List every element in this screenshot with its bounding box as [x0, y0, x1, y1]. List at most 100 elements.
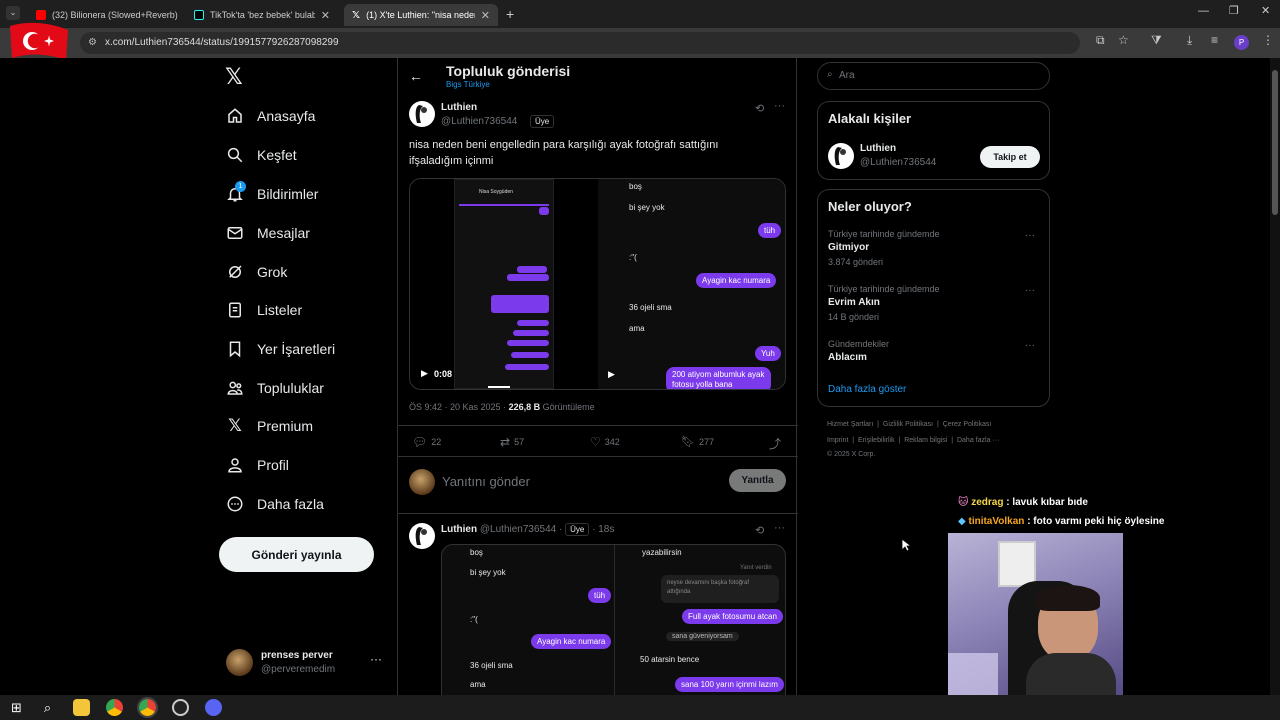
post-media[interactable]: Nisa Soygüden ▶ 0:08 ▶ boş bi şey yok tü… [409, 178, 786, 390]
search-input[interactable]: ⌕ Ara [817, 62, 1050, 90]
site-info-icon[interactable]: ⚙ [88, 32, 97, 54]
close-window-icon[interactable]: ✕ [1261, 4, 1270, 17]
chat-message: Ayagin kac numara [531, 634, 612, 649]
sidebar-item-home[interactable]: Anasayfa [226, 104, 315, 128]
profile-avatar[interactable]: P [1234, 35, 1249, 50]
play-icon[interactable]: ▶ [421, 368, 428, 379]
footer-link[interactable]: Daha fazla ··· [957, 437, 999, 444]
footer-link[interactable]: Reklam bilgisi [904, 437, 947, 444]
footer-link[interactable]: Çerez Politikası [943, 421, 992, 428]
share-icon[interactable]: ⤴ [769, 435, 781, 452]
avatar [226, 649, 253, 676]
divider [398, 425, 798, 426]
reply-button[interactable]: Yanıtla [729, 469, 786, 492]
footer-link[interactable]: Imprint [827, 437, 848, 444]
post-author-name[interactable]: Luthien [441, 524, 477, 535]
chat-text: : foto varmı peki hiç öylesine [1024, 516, 1165, 527]
new-tab-icon[interactable]: + [506, 6, 514, 22]
person-name[interactable]: Luthien [860, 143, 896, 154]
extensions-icon[interactable]: ⧩ [1151, 33, 1162, 48]
sidebar-item-bookmarks[interactable]: Yer İşaretleri [226, 337, 335, 361]
media-control-icon[interactable]: ≡ [1211, 33, 1218, 47]
more-dots-icon[interactable]: ··· [1025, 340, 1035, 351]
restore-icon[interactable]: ❐ [1229, 4, 1239, 17]
grok-icon[interactable]: ⟲ [755, 102, 764, 115]
chat-message: sana güveniyorsam [666, 632, 739, 641]
file-explorer-icon[interactable] [73, 699, 90, 716]
windows-start-icon[interactable]: ⊞ [8, 699, 25, 716]
sidebar-item-profile[interactable]: Profil [226, 453, 289, 477]
post-media[interactable]: boş bi şey yok tüh :"( Ayagin kac numara… [441, 544, 786, 695]
chrome-icon[interactable] [106, 699, 123, 716]
card-title: Alakalı kişiler [828, 111, 912, 126]
sidebar-item-label: Listeler [257, 302, 303, 318]
post-timestamp[interactable]: ÖS 9:42 · 20 Kas 2025 · [409, 402, 509, 412]
obs-icon[interactable] [172, 699, 189, 716]
like-action[interactable]: ♡ 342 [590, 435, 620, 449]
url-input[interactable]: ⚙ x.com/Luthien736544/status/19915779262… [80, 32, 1080, 54]
bookmark-action[interactable]: 🔖︎ 277 [681, 435, 714, 448]
search-placeholder: Ara [839, 70, 855, 81]
footer-link[interactable]: Erişilebilirlik [858, 437, 895, 444]
download-icon[interactable]: ⤓ [1187, 33, 1192, 48]
post-time[interactable]: · 18s [592, 524, 614, 535]
trend-name[interactable]: Evrim Akın [828, 297, 880, 308]
video-progress[interactable] [488, 386, 510, 388]
sidebar-item-premium[interactable]: 𝕏 Premium [226, 414, 313, 438]
sidebar-item-explore[interactable]: Keşfet [226, 143, 297, 167]
follow-button[interactable]: Takip et [980, 146, 1040, 168]
chat-message: ama [629, 324, 645, 333]
post-avatar[interactable] [409, 101, 435, 127]
person-handle[interactable]: @Luthien736544 [860, 157, 936, 168]
post-author-handle[interactable]: @Luthien736544 [480, 524, 556, 535]
account-switcher[interactable]: prenses perver @perveremedim ··· [226, 648, 386, 680]
chrome-icon[interactable] [137, 697, 158, 718]
footer-link[interactable]: Gizlilik Politikası [883, 421, 933, 428]
bookmark-star-icon[interactable]: ☆ [1118, 33, 1129, 47]
url-text: x.com/Luthien736544/status/1991577926287… [105, 37, 339, 48]
search-icon[interactable]: ⌕ [39, 699, 56, 716]
show-more-link[interactable]: Daha fazla göster [828, 384, 906, 395]
more-dots-icon[interactable]: ··· [774, 100, 785, 112]
more-dots-icon[interactable]: ··· [774, 522, 785, 534]
discord-icon[interactable] [205, 699, 222, 716]
back-arrow-icon[interactable]: ← [409, 68, 423, 84]
post-author-handle[interactable]: @Luthien736544 [441, 116, 517, 127]
footer-link[interactable]: Hizmet Şartları [827, 421, 873, 428]
scrollbar[interactable] [1270, 58, 1280, 695]
sidebar-item-more[interactable]: Daha fazla [226, 492, 324, 516]
sidebar-item-notifications[interactable]: 1 Bildirimler [226, 181, 318, 206]
browser-tab-tiktok[interactable]: TikTok'ta 'bez bebek' bulabilirsin ✕ [186, 4, 338, 26]
browser-menu-icon[interactable]: ⋮ [1262, 33, 1274, 47]
browser-tab-x[interactable]: 𝕏 (1) X'te Luthien: "nisa neden be ✕ [344, 4, 498, 26]
x-logo-icon[interactable]: 𝕏 [225, 64, 243, 90]
install-app-icon[interactable]: ⧉ [1096, 33, 1105, 48]
sidebar-item-lists[interactable]: Listeler [226, 298, 302, 322]
post-button[interactable]: Gönderi yayınla [219, 537, 374, 572]
post-author-name[interactable]: Luthien [441, 102, 477, 113]
reply-action[interactable]: 💬︎ 22 [412, 435, 441, 449]
video-player[interactable]: Nisa Soygüden ▶ 0:08 [410, 179, 598, 389]
tab-title: TikTok'ta 'bez bebek' bulabilirsin [210, 10, 315, 20]
reply-input[interactable]: Yanıtını gönder [442, 474, 712, 489]
post-text: nisa neden beni engelledin para karşılığ… [409, 139, 719, 151]
sidebar-item-grok[interactable]: Grok [226, 260, 287, 284]
scrollbar-thumb[interactable] [1272, 70, 1278, 215]
close-tab-icon[interactable]: ✕ [321, 9, 330, 22]
post-avatar[interactable] [409, 523, 435, 549]
more-dots-icon[interactable]: ··· [1025, 230, 1035, 241]
sidebar-item-messages[interactable]: Mesajlar [226, 221, 310, 245]
sidebar-item-communities[interactable]: Topluluklar [226, 376, 324, 400]
grok-icon[interactable]: ⟲ [755, 524, 764, 537]
trend-name[interactable]: Gitmiyor [828, 242, 869, 253]
close-tab-icon[interactable]: ✕ [481, 9, 490, 22]
play-icon[interactable]: ▶ [608, 369, 615, 380]
more-dots-icon[interactable]: ··· [1025, 285, 1035, 296]
avatar[interactable] [828, 143, 854, 169]
community-link[interactable]: Bigs Türkiye [446, 80, 490, 89]
more-dots-icon[interactable]: ··· [370, 652, 382, 666]
tab-list-chevron-icon[interactable]: ⌄ [6, 6, 20, 20]
repost-action[interactable]: ⇄ 57 [500, 435, 524, 449]
trend-name[interactable]: Ablacım [828, 352, 867, 363]
minimize-icon[interactable]: — [1198, 5, 1209, 17]
